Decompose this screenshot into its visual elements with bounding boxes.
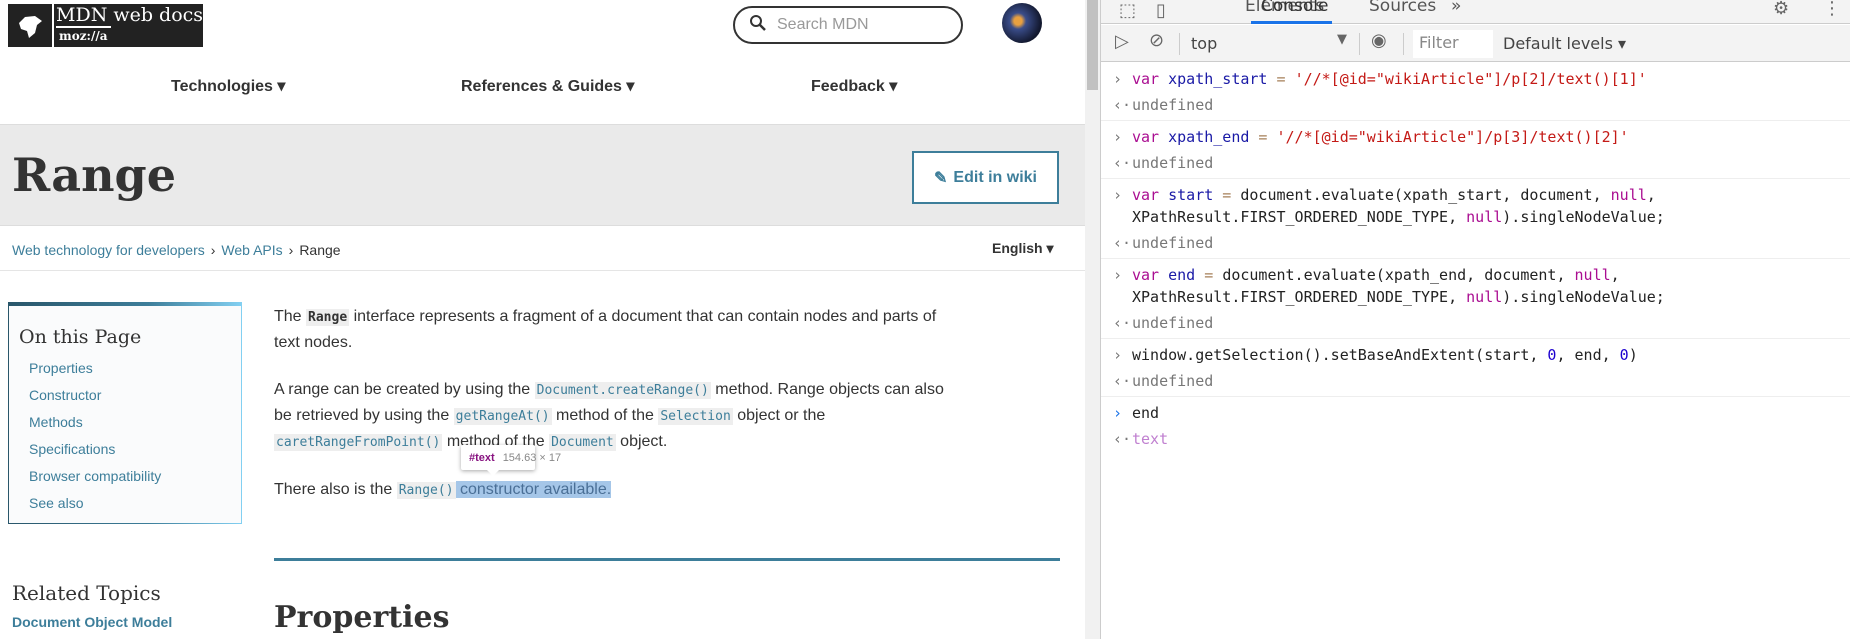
- related-topics-heading: Related Topics: [12, 581, 161, 605]
- page-title: Range: [12, 148, 176, 202]
- link-selection[interactable]: Selection: [658, 408, 733, 425]
- edit-in-wiki-button[interactable]: ✎ Edit in wiki: [912, 151, 1059, 204]
- result-arrow-icon: ‹·: [1113, 314, 1132, 332]
- search-input[interactable]: Search MDN: [733, 6, 963, 44]
- chevron-right-icon: ›: [288, 242, 294, 258]
- filter-input[interactable]: Filter: [1413, 30, 1493, 58]
- page-scrollbar[interactable]: [1085, 0, 1100, 639]
- properties-heading: Properties: [274, 600, 450, 635]
- console-entry: › var xpath_end = '//*[@id="wikiArticle"]…: [1101, 121, 1850, 179]
- chevron-right-icon: ›: [210, 242, 216, 258]
- devtools-tabbar: ⬚ ▯ Elements Console Sources » ⚙ ⋮: [1101, 0, 1850, 24]
- mdn-page: MDN web docs moz://a Search MDN Technolog…: [0, 0, 1085, 639]
- section-divider: [274, 558, 1060, 561]
- toc-heading: On this Page: [19, 326, 142, 348]
- console-toolbar: ▷ ⊘ top ▼ ◉ Filter Default levels ▾: [1101, 25, 1850, 62]
- language-select[interactable]: English ▾: [992, 240, 1053, 257]
- result-arrow-icon: ‹·: [1113, 430, 1132, 448]
- console-entry: › var end = document.evaluate(xpath_end, …: [1101, 259, 1850, 339]
- link-document[interactable]: Document: [549, 434, 616, 451]
- article-body: The Range interface represents a fragmen…: [274, 304, 954, 525]
- result-node-link[interactable]: text: [1132, 430, 1168, 448]
- breadcrumb-current: Range: [299, 242, 341, 258]
- inspect-element-icon[interactable]: ⬚: [1119, 0, 1136, 21]
- gear-icon[interactable]: ⚙: [1773, 0, 1789, 19]
- user-avatar[interactable]: [1002, 3, 1042, 43]
- devtools-panel: ⬚ ▯ Elements Console Sources » ⚙ ⋮ ▷ ⊘ t…: [1100, 0, 1850, 639]
- nav-technologies[interactable]: Technologies ▾: [171, 76, 285, 96]
- inspect-tooltip: #text 154.63 × 17: [461, 445, 561, 476]
- toc-link-specifications[interactable]: Specifications: [29, 441, 161, 468]
- active-tab-indicator: [1251, 21, 1332, 24]
- nav-references-guides[interactable]: References & Guides ▾: [461, 76, 634, 96]
- breadcrumb-web-tech[interactable]: Web technology for developers: [12, 242, 205, 258]
- input-prompt-icon: ›: [1113, 346, 1123, 364]
- toc-link-constructor[interactable]: Constructor: [29, 387, 161, 414]
- console-entry: › end ‹· text: [1113, 404, 1169, 448]
- toc-link-methods[interactable]: Methods: [29, 414, 161, 441]
- link-range-constructor[interactable]: Range(): [396, 482, 456, 499]
- dino-icon: [8, 4, 52, 47]
- device-toolbar-icon[interactable]: ▯: [1156, 0, 1166, 21]
- chevron-down-icon: ▼: [1337, 32, 1347, 47]
- clear-console-icon[interactable]: ⊘: [1149, 30, 1164, 51]
- result-arrow-icon: ‹·: [1113, 234, 1132, 252]
- tab-console[interactable]: Console: [1261, 0, 1329, 16]
- log-levels-select[interactable]: Default levels ▾: [1503, 34, 1626, 53]
- mdn-logo[interactable]: MDN web docs moz://a: [8, 4, 204, 47]
- search-icon: [749, 14, 767, 37]
- breadcrumb: Web technology for developers › Web APIs…: [12, 242, 341, 258]
- nav-feedback[interactable]: Feedback ▾: [811, 76, 897, 96]
- console-entry: › window.getSelection().setBaseAndExtent(…: [1101, 339, 1850, 397]
- console-entry: › var start = document.evaluate(xpath_sta…: [1101, 179, 1850, 259]
- toc-link-properties[interactable]: Properties: [29, 360, 161, 387]
- selected-text: constructor available.: [455, 481, 612, 498]
- link-create-range[interactable]: Document.createRange(): [534, 382, 711, 399]
- paragraph-3: There also is the Range() constructor av…: [274, 481, 612, 499]
- toc-link-browser-compat[interactable]: Browser compatibility: [29, 468, 161, 495]
- more-menu-icon[interactable]: ⋮: [1823, 0, 1841, 19]
- console-output: › var xpath_start = '//*[@id="wikiArticle…: [1101, 63, 1850, 455]
- pencil-icon: ✎: [934, 169, 948, 187]
- more-tabs-icon[interactable]: »: [1451, 0, 1461, 16]
- result-arrow-icon: ‹·: [1113, 154, 1132, 172]
- on-this-page-box: On this Page Properties Constructor Meth…: [8, 302, 242, 524]
- input-prompt-icon: ›: [1113, 70, 1123, 88]
- console-entry: › var xpath_start = '//*[@id="wikiArticle…: [1101, 63, 1850, 121]
- link-get-range-at[interactable]: getRangeAt(): [453, 408, 552, 425]
- input-prompt-icon: ›: [1113, 128, 1123, 146]
- input-prompt-icon: ›: [1113, 266, 1123, 284]
- sidebar-toggle-icon[interactable]: ▷: [1115, 31, 1129, 52]
- link-caret-range[interactable]: caretRangeFromPoint(): [274, 434, 443, 451]
- divider: [0, 270, 1085, 271]
- paragraph-2: A range can be created by using the Docu…: [274, 381, 944, 451]
- toc-link-see-also[interactable]: See also: [29, 495, 161, 522]
- result-arrow-icon: ‹·: [1113, 96, 1132, 114]
- breadcrumb-web-apis[interactable]: Web APIs: [221, 242, 282, 258]
- code-range: Range: [306, 309, 350, 326]
- eye-icon[interactable]: ◉: [1371, 30, 1387, 51]
- tab-sources[interactable]: Sources: [1369, 0, 1436, 16]
- related-link-dom[interactable]: Document Object Model: [12, 614, 172, 630]
- input-prompt-icon: ›: [1113, 404, 1123, 422]
- result-arrow-icon: ‹·: [1113, 372, 1132, 390]
- input-prompt-icon: ›: [1113, 186, 1123, 204]
- context-select[interactable]: top: [1191, 34, 1217, 53]
- paragraph-1: The Range interface represents a fragmen…: [274, 308, 937, 351]
